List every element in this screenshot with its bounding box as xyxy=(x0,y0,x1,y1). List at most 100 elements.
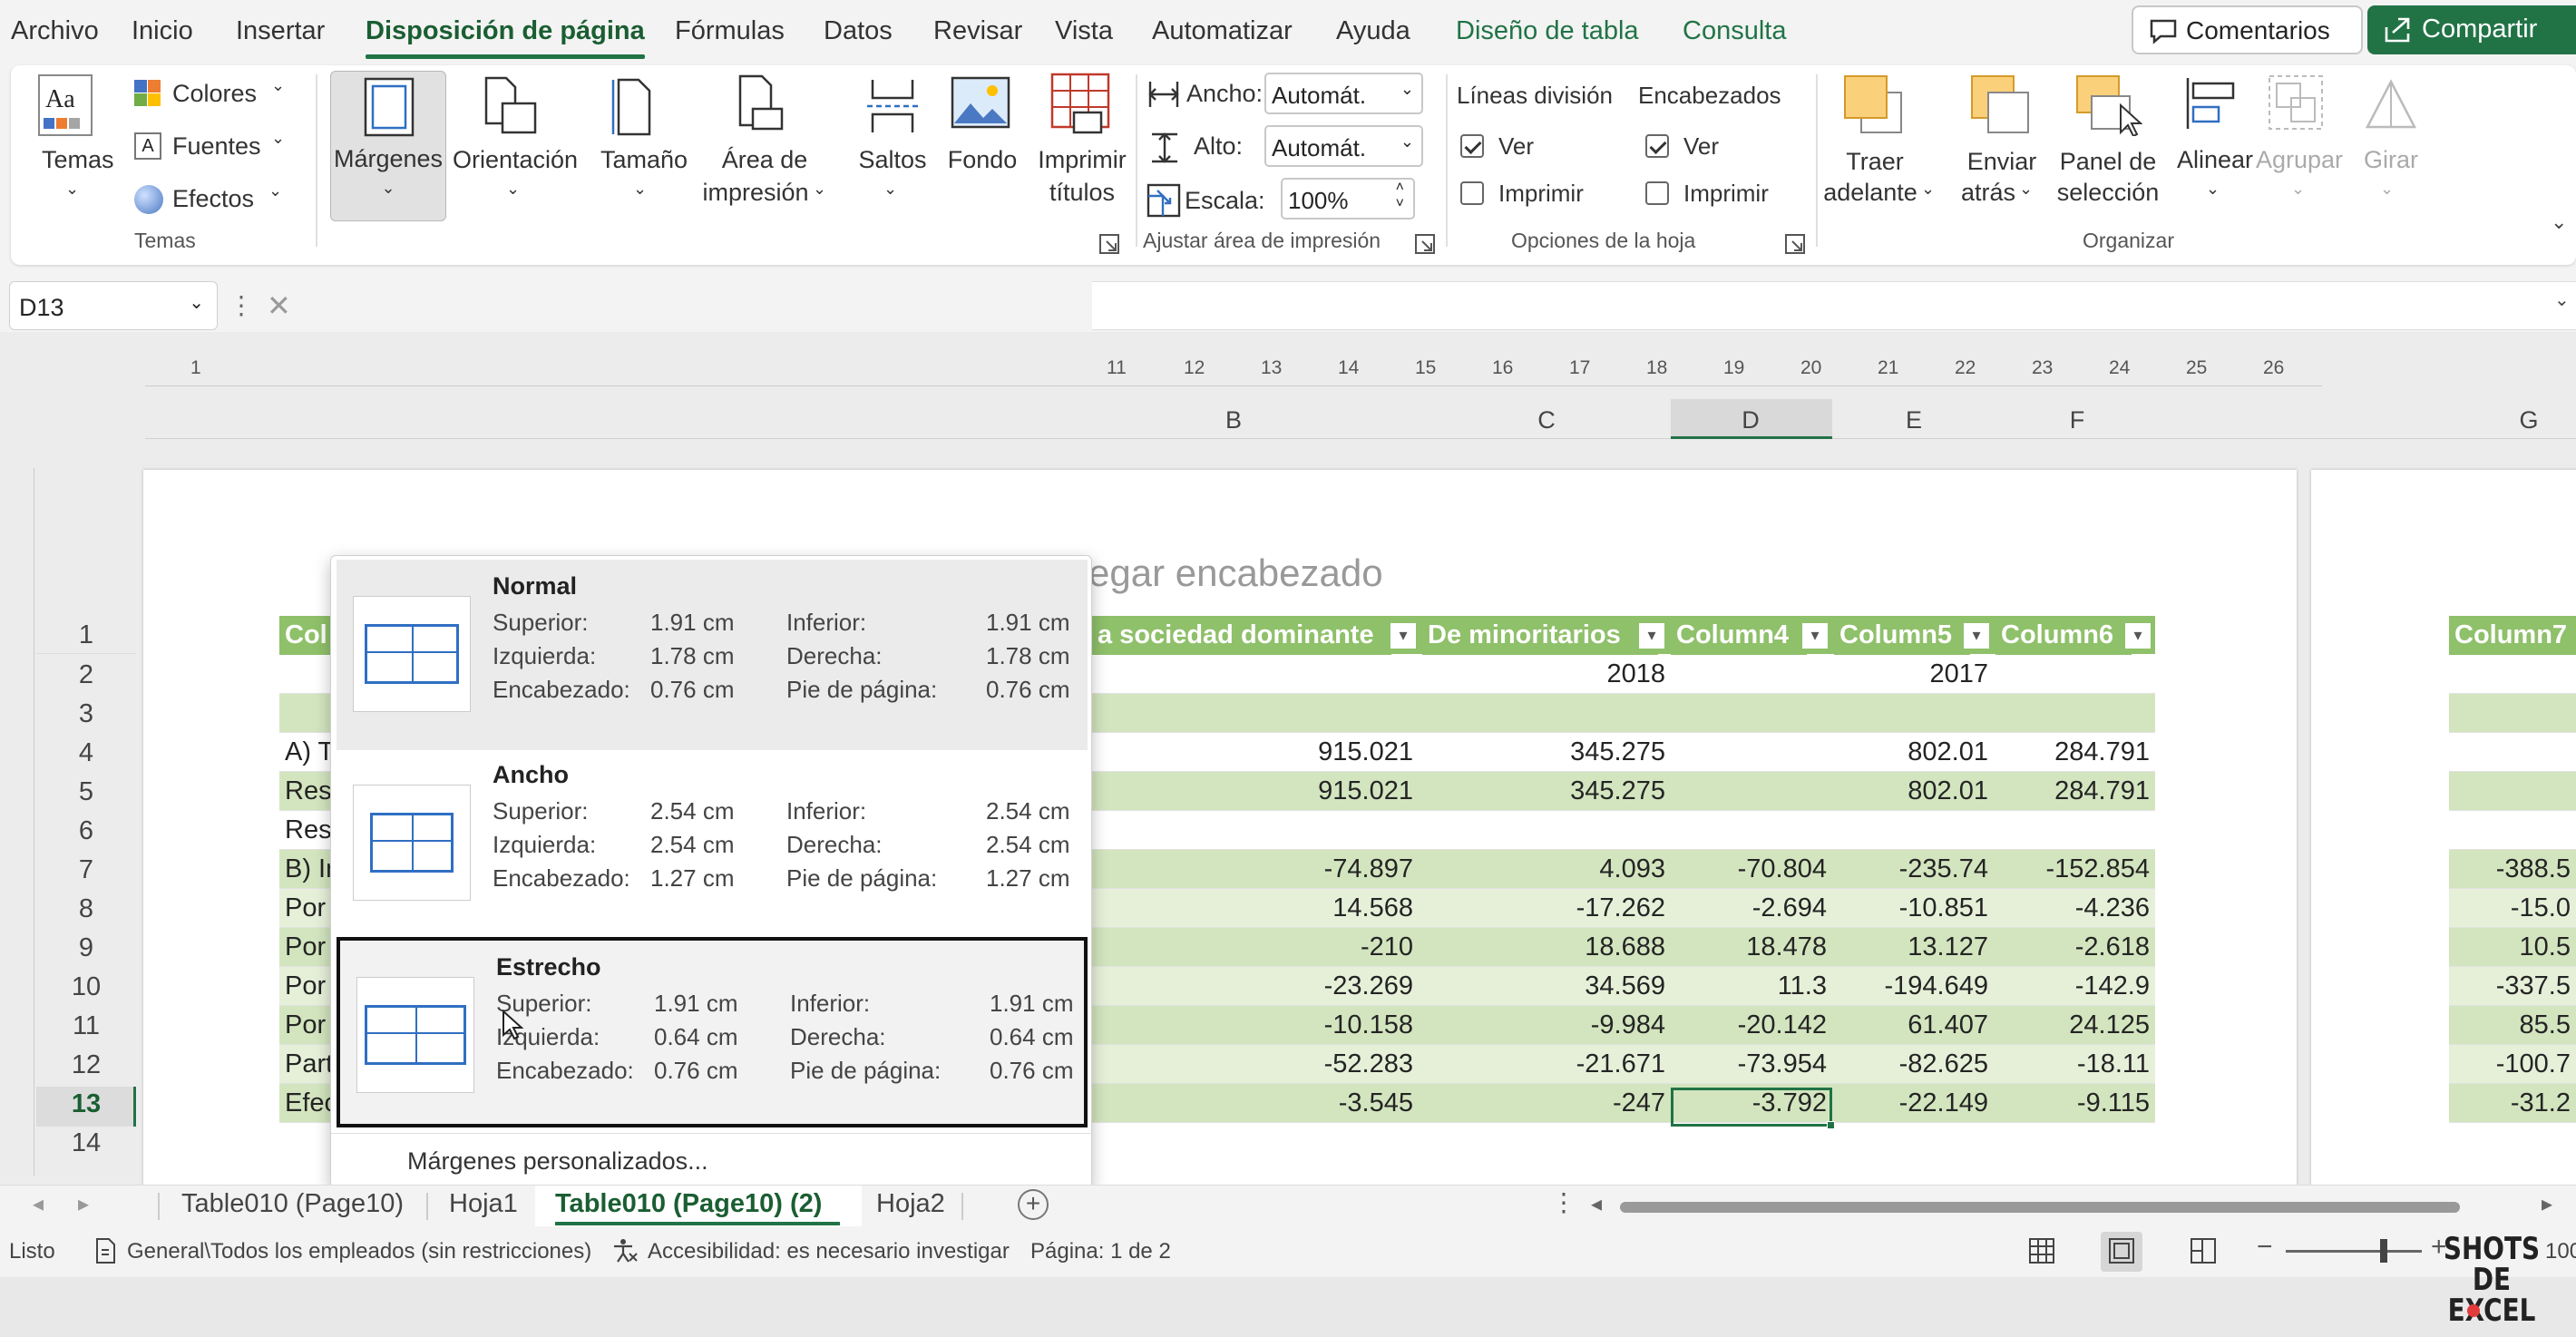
gridlines-print-checkbox[interactable] xyxy=(1460,181,1484,205)
row-number[interactable]: 8 xyxy=(36,894,136,924)
menu-ayuda[interactable]: Ayuda xyxy=(1336,16,1410,46)
table-cell[interactable]: -9.984 xyxy=(1419,1006,1671,1045)
table-header-cell[interactable]: De minoritarios xyxy=(1422,616,1658,655)
table-cell[interactable]: -18.11 xyxy=(1994,1045,2155,1084)
table-cell[interactable]: -10.158 xyxy=(1043,1006,1419,1045)
table-cell[interactable]: 85.5 xyxy=(2449,1006,2576,1045)
menu-automatizar[interactable]: Automatizar xyxy=(1152,16,1293,46)
table-cell[interactable]: -20.142 xyxy=(1671,1006,1832,1045)
table-cell[interactable]: -15.0 xyxy=(2449,889,2576,928)
menu-datos[interactable]: Datos xyxy=(824,16,893,46)
tab-scroll-left-icon[interactable]: ◂ xyxy=(33,1191,44,1217)
selection-pane-label-1[interactable]: Panel de xyxy=(2044,145,2171,178)
table-header-cell[interactable]: Column4 xyxy=(1671,616,1807,655)
bring-forward-label-2[interactable]: adelante xyxy=(1816,176,1925,209)
margins-option-normal[interactable]: Normal Superior: 1.91 cm Inferior: 1.91 … xyxy=(337,560,1088,750)
table-cell[interactable] xyxy=(1671,655,1832,694)
menu-insertar[interactable]: Insertar xyxy=(236,16,325,46)
menu-diseno-de-tabla[interactable]: Diseño de tabla xyxy=(1456,16,1639,46)
table-cell[interactable] xyxy=(1419,811,1671,850)
table-cell[interactable]: -70.804 xyxy=(1671,850,1832,889)
print-area-label-2[interactable]: impresión xyxy=(688,176,824,209)
status-sensitivity[interactable]: General\Todos los empleados (sin restric… xyxy=(127,1239,591,1264)
menu-vista[interactable]: Vista xyxy=(1055,16,1113,46)
table-cell[interactable]: 11.3 xyxy=(1671,967,1832,1006)
gridlines-view-checkbox[interactable] xyxy=(1460,134,1484,158)
table-header-cell[interactable]: a sociedad dominante xyxy=(1092,616,1391,655)
width-select[interactable]: Automát. ⌄ xyxy=(1264,73,1423,114)
zoom-slider-track[interactable] xyxy=(2286,1250,2422,1253)
row-number[interactable]: 5 xyxy=(36,777,136,807)
table-cell[interactable]: -23.269 xyxy=(1043,967,1419,1006)
table-cell[interactable] xyxy=(1671,811,1832,850)
table-cell[interactable] xyxy=(2449,733,2576,772)
table-cell[interactable]: -100.7 xyxy=(2449,1045,2576,1084)
table-cell[interactable]: 14.568 xyxy=(1043,889,1419,928)
group-button[interactable]: Agrupar xyxy=(2249,143,2349,176)
table-cell[interactable]: -2.694 xyxy=(1671,889,1832,928)
print-area-label-1[interactable]: Área de xyxy=(688,143,842,176)
table-cell[interactable]: 13.127 xyxy=(1832,928,1994,967)
scale-up-icon[interactable]: ˄ xyxy=(1396,180,1404,196)
normal-view-icon[interactable] xyxy=(2028,1237,2055,1264)
status-accessibility[interactable]: Accesibilidad: es necesario investigar xyxy=(648,1239,1010,1264)
zoom-out-icon[interactable]: − xyxy=(2257,1232,2273,1263)
headings-print-checkbox[interactable] xyxy=(1645,181,1669,205)
table-cell[interactable] xyxy=(1994,655,2155,694)
table-cell[interactable] xyxy=(1671,772,1832,811)
column-b-header[interactable]: B xyxy=(1179,406,1288,434)
tab-scroll-right-icon[interactable]: ▸ xyxy=(78,1191,89,1217)
fonts-button[interactable]: Fuentes xyxy=(172,132,261,161)
table-header-cell[interactable]: Column5 xyxy=(1834,616,1970,655)
page-break-view-icon[interactable] xyxy=(2190,1237,2217,1264)
table-cell[interactable]: 2018 xyxy=(1419,655,1671,694)
table-cell[interactable] xyxy=(1832,694,1994,733)
hscroll-left-icon[interactable]: ◂ xyxy=(1591,1191,1602,1217)
table-cell[interactable] xyxy=(1832,811,1994,850)
table-header-cell[interactable]: Column6 xyxy=(1995,616,2132,655)
margins-button[interactable]: Márgenes ⌄ xyxy=(330,71,446,221)
headings-view-checkbox[interactable] xyxy=(1645,134,1669,158)
table-cell[interactable] xyxy=(1043,655,1419,694)
filter-dropdown-icon[interactable]: ▾ xyxy=(1390,622,1417,649)
table-cell[interactable]: 915.021 xyxy=(1043,772,1419,811)
table-cell[interactable]: 802.01 xyxy=(1832,733,1994,772)
table-cell[interactable]: 345.275 xyxy=(1419,733,1671,772)
table-cell[interactable]: 915.021 xyxy=(1043,733,1419,772)
print-titles-label-2[interactable]: títulos xyxy=(1014,176,1150,209)
rotate-button[interactable]: Girar xyxy=(2355,143,2427,176)
menu-inicio[interactable]: Inicio xyxy=(132,16,193,46)
table-cell[interactable] xyxy=(2449,694,2576,733)
table-cell[interactable]: -235.74 xyxy=(1832,850,1994,889)
margins-option-ancho[interactable]: Ancho Superior: 2.54 cm Inferior: 2.54 c… xyxy=(337,748,1088,939)
table-cell[interactable]: -74.897 xyxy=(1043,850,1419,889)
cancel-entry-icon[interactable]: ✕ xyxy=(267,288,291,323)
scale-spinner[interactable]: 100% ˄ ˅ xyxy=(1281,178,1415,220)
table-cell[interactable]: 18.478 xyxy=(1671,928,1832,967)
themes-label[interactable]: Temas xyxy=(42,143,114,176)
share-button[interactable]: Compartir xyxy=(2367,5,2576,54)
table-cell[interactable]: -337.5 xyxy=(2449,967,2576,1006)
name-box[interactable]: D13 ⌄ xyxy=(9,281,218,330)
row-number[interactable]: 12 xyxy=(36,1050,136,1080)
more-options-icon[interactable]: ⋮ xyxy=(229,290,254,320)
table-cell[interactable]: 284.791 xyxy=(1994,772,2155,811)
sheet-options-launcher-icon[interactable] xyxy=(1785,234,1805,254)
table-cell[interactable]: -73.954 xyxy=(1671,1045,1832,1084)
row-number[interactable]: 10 xyxy=(36,972,136,1002)
scale-down-icon[interactable]: ˅ xyxy=(1396,196,1404,212)
sheet-tab[interactable]: Hoja2 xyxy=(876,1189,945,1219)
menu-revisar[interactable]: Revisar xyxy=(933,16,1022,46)
table-cell[interactable]: -82.625 xyxy=(1832,1045,1994,1084)
table-cell[interactable]: 18.688 xyxy=(1419,928,1671,967)
send-backward-label-1[interactable]: Enviar xyxy=(1943,145,2061,178)
table-cell[interactable]: 10.5 xyxy=(2449,928,2576,967)
table-cell[interactable]: -210 xyxy=(1043,928,1419,967)
table-cell[interactable] xyxy=(1671,733,1832,772)
table-cell[interactable] xyxy=(2449,772,2576,811)
row-number-selected[interactable]: 13 xyxy=(36,1089,136,1119)
zoom-slider-thumb[interactable] xyxy=(2380,1239,2387,1263)
themes-icon[interactable]: Aa xyxy=(38,74,93,136)
page-layout-view-icon[interactable] xyxy=(2108,1237,2135,1264)
page-setup-launcher-icon[interactable] xyxy=(1099,234,1119,254)
